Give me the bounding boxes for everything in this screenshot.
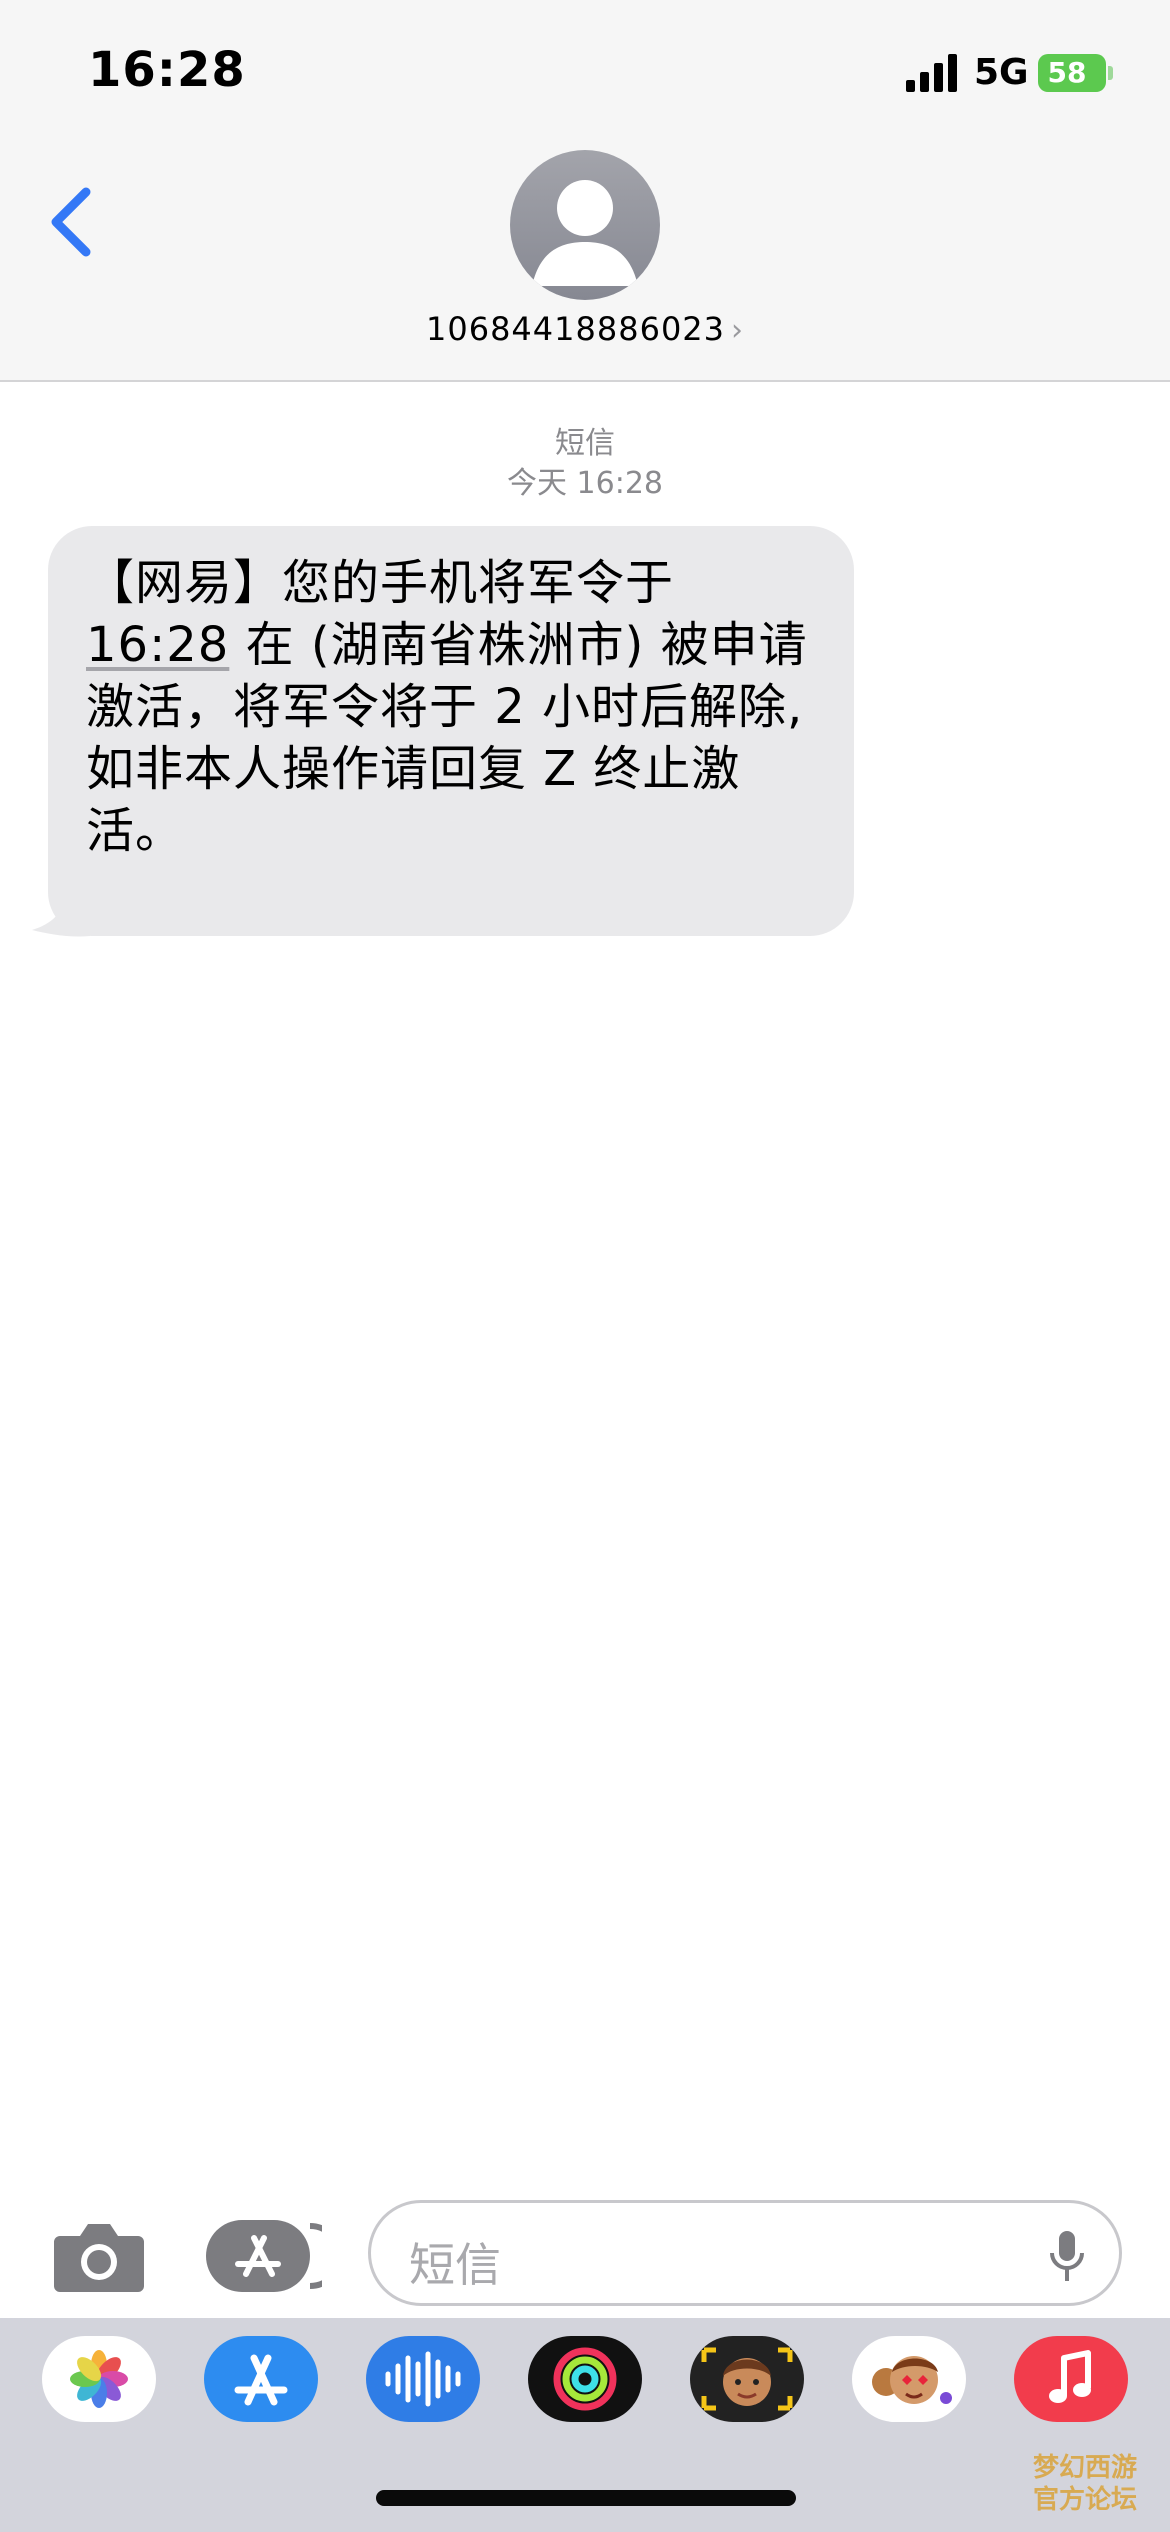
fitness-icon[interactable] <box>528 2336 642 2422</box>
message-line: 【网易】您的手机将军令于 <box>86 555 675 611</box>
memoji-stickers-icon[interactable] <box>852 2336 966 2422</box>
time-link[interactable]: 16:28 <box>86 617 229 673</box>
conversation-header: 16:28 5G 58 10684418886023 › <box>0 0 1170 382</box>
message-line: 16:28 在 (湖南省株洲市) 被申请 <box>86 614 820 676</box>
person-silhouette-icon <box>532 180 638 286</box>
memoji-icon[interactable] <box>690 2336 804 2422</box>
contact-avatar[interactable] <box>510 150 660 300</box>
message-text: 【网易】您的手机将军令于 16:28 在 (湖南省株洲市) 被申请 激活，将军令… <box>86 552 820 862</box>
home-indicator[interactable] <box>376 2490 796 2506</box>
cellular-signal-icon <box>906 54 957 92</box>
battery-icon: 58 <box>1038 54 1113 92</box>
camera-icon[interactable] <box>52 2218 146 2294</box>
app-store-icon[interactable] <box>204 2336 318 2422</box>
network-type: 5G <box>974 52 1029 93</box>
chevron-right-icon: › <box>731 313 745 348</box>
status-time: 16:28 <box>88 42 246 98</box>
message-timestamp: 今天 16:28 <box>507 466 663 501</box>
message-line-rest: 在 (湖南省株洲市) 被申请 <box>245 617 808 673</box>
photos-icon[interactable] <box>42 2336 156 2422</box>
battery-level: 58 <box>1047 56 1087 89</box>
music-icon[interactable] <box>1014 2336 1128 2422</box>
message-line: 如非本人操作请回复 Z 终止激 <box>86 741 741 797</box>
contact-details-button[interactable]: 10684418886023 › <box>0 310 1170 348</box>
back-chevron-icon[interactable] <box>42 182 102 262</box>
contact-number: 10684418886023 <box>425 310 726 348</box>
message-input-placeholder: 短信 <box>409 2238 501 2292</box>
forum-watermark: 梦幻西游 官方论坛 <box>1032 2453 1137 2515</box>
message-input[interactable]: 短信 <box>368 2200 1122 2306</box>
message-bubble[interactable]: 【网易】您的手机将军令于 16:28 在 (湖南省株洲市) 被申请 激活，将军令… <box>48 526 854 936</box>
microphone-icon[interactable] <box>1047 2229 1087 2285</box>
message-line: 活。 <box>86 803 185 859</box>
audio-messages-icon[interactable] <box>366 2336 480 2422</box>
message-line: 激活，将军令将于 2 小时后解除, <box>86 679 804 735</box>
service-label: 短信 <box>555 426 615 461</box>
app-store-apps-icon[interactable] <box>206 2220 322 2292</box>
